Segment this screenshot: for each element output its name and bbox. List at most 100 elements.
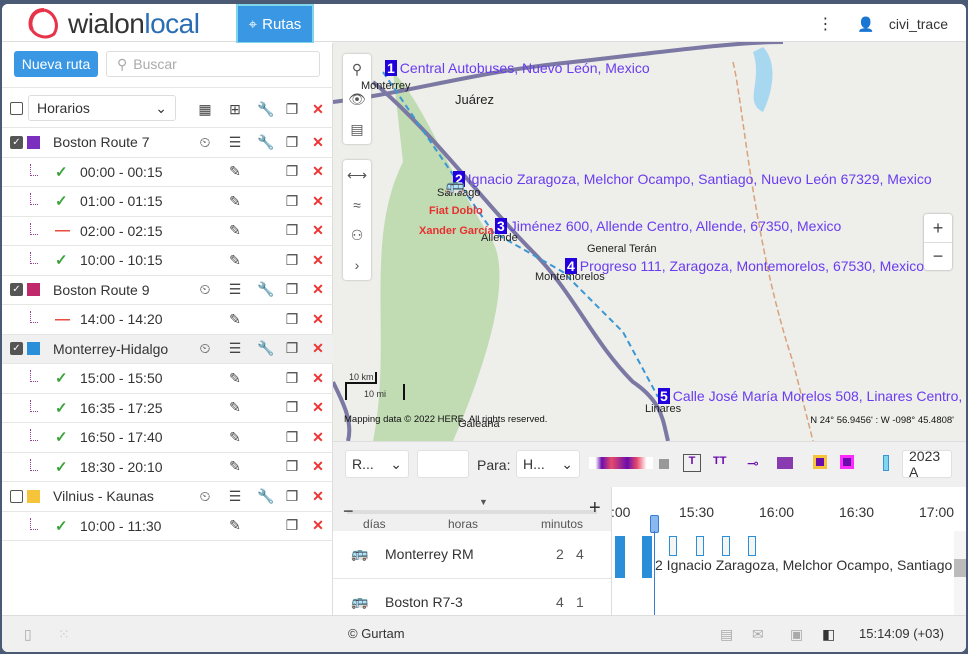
date-input[interactable]: 2023 A [902,450,952,478]
stop-label[interactable]: 5 Calle José María Morelos 508, Linares C… [658,388,966,404]
route-row[interactable]: ✓ Monterrey-Hidalgo ⏲ ☰ 🔧 ❐ ✕ [2,334,333,364]
wrench-icon[interactable]: 🔧 [257,134,274,151]
trip-bar[interactable] [615,536,625,578]
marker-icon[interactable]: ⊸ [747,455,759,472]
delete-icon[interactable]: ✕ [310,429,326,446]
edit-icon[interactable]: ✎ [227,458,243,475]
add-schedule-icon[interactable]: ⏲ [197,134,213,151]
copy-icon[interactable]: ❐ [284,281,300,298]
stop-label[interactable]: 4 Progreso 111, Zaragoza, Montemorelos, 6… [565,258,924,274]
copy-icon[interactable]: ❐ [284,163,300,180]
zoom-out-button[interactable]: − [924,242,952,270]
edit-icon[interactable]: ✎ [227,163,243,180]
delete-icon[interactable]: ✕ [310,517,326,534]
delete-icon[interactable]: ✕ [310,370,326,387]
stop-label[interactable]: 1 Central Autobuses, Nuevo León, Mexico [385,60,650,76]
delete-icon[interactable]: ✕ [310,222,326,239]
route-row[interactable]: Vilnius - Kaunas ⏲ ☰ 🔧 ❐ ✕ [2,482,333,512]
zoom-in-button[interactable]: + [924,214,952,242]
stop-label[interactable]: 2 Ignacio Zaragoza, Melchor Ocampo, Santi… [453,171,932,187]
copy-icon[interactable]: ❐ [284,134,300,151]
magenta-frame-icon[interactable] [840,455,854,469]
copy-icon[interactable]: ❐ [284,458,300,475]
route-name[interactable]: Monterrey-Hidalgo [53,341,168,357]
schedule-row[interactable]: ✓ 10:00 - 10:15 ✎ ❐ ✕ [2,246,333,276]
schedule-row[interactable]: ✓ 18:30 - 20:10 ✎ ❐ ✕ [2,453,333,482]
notes-icon[interactable]: ▤ [720,626,733,643]
schedule-row[interactable]: ✓ 01:00 - 01:15 ✎ ❐ ✕ [2,187,333,217]
list-icon[interactable]: ☰ [227,340,243,357]
search-input[interactable]: ⚲ Buscar [106,51,320,77]
waypoints-icon[interactable]: ⚇ [343,220,371,250]
list-icon[interactable]: ☰ [227,281,243,298]
delete-icon[interactable]: ✕ [310,193,326,210]
route-checkbox[interactable]: ✓ [10,283,23,297]
value-input[interactable] [417,450,469,478]
stop-label[interactable]: 3 Jiménez 600, Allende Centro, Allende, 6… [495,218,841,234]
route-checkbox[interactable]: ✓ [10,135,23,149]
copy-icon[interactable]: ❐ [284,488,300,505]
map[interactable]: ⚲ 👁 ▤ ⟷ ≈ ⚇ › 1 Central Autobuses, Nuevo León,… [333,42,966,441]
edit-icon[interactable]: ✎ [227,399,243,416]
route-name[interactable]: Vilnius - Kaunas [53,488,154,504]
trip-bar[interactable] [642,536,652,578]
rutas-app-button[interactable]: ⌖ Rutas [236,4,314,44]
double-text-icon[interactable]: TT [713,455,726,467]
driver-label[interactable]: Xander García [419,225,494,237]
purple-block-icon[interactable] [777,457,793,469]
route-select[interactable]: R... ⌄ [345,450,409,478]
zoom-in-timeline-icon[interactable]: + [589,497,601,520]
wrench-icon[interactable]: 🔧 [257,488,274,505]
chevron-right-icon[interactable]: › [343,250,371,280]
delete-icon[interactable]: ✕ [310,340,326,357]
calendar-icon[interactable]: ▦ [197,101,213,118]
copy-icon[interactable]: ❐ [284,370,300,387]
list-icon[interactable]: ☰ [227,488,243,505]
image-icon[interactable]: ▣ [790,626,803,643]
logo[interactable]: wialonlocal [26,8,200,40]
delete-icon[interactable]: ✕ [310,101,326,118]
add-schedule-icon[interactable]: ⏲ [197,488,213,505]
route-icon[interactable]: ≈ [343,190,371,220]
wrench-icon[interactable]: 🔧 [257,101,274,118]
edit-icon[interactable]: ✎ [227,311,243,328]
schedule-row[interactable]: ✓ 16:50 - 17:40 ✎ ❐ ✕ [2,423,333,453]
cursor-icon[interactable] [883,455,889,471]
filter-select[interactable]: Horarios ⌄ [28,95,176,121]
delete-icon[interactable]: ✕ [310,458,326,475]
wrench-icon[interactable]: 🔧 [257,340,274,357]
map-layers-icon[interactable]: ▤ [343,114,371,144]
delete-icon[interactable]: ✕ [310,163,326,180]
delete-icon[interactable]: ✕ [310,134,326,151]
copy-icon[interactable]: ❐ [284,101,300,118]
add-schedule-icon[interactable]: ⏲ [197,340,213,357]
zoom-out-timeline-icon[interactable]: − [343,501,354,522]
text-style-icon[interactable]: T [683,454,701,472]
delete-icon[interactable]: ✕ [310,311,326,328]
select-all-checkbox[interactable] [10,102,23,115]
layout-icon[interactable]: ◧ [822,626,835,643]
gray-square-icon[interactable] [659,459,669,469]
add-schedule-icon[interactable]: ⏲ [197,281,213,298]
timeline-scrollbar[interactable] [954,531,966,615]
edit-icon[interactable]: ✎ [227,193,243,210]
grid-icon[interactable]: ⁙ [58,626,70,643]
schedule-row[interactable]: ✓ 10:00 - 11:30 ✎ ❐ ✕ [2,512,333,541]
copy-icon[interactable]: ❐ [284,399,300,416]
copy-icon[interactable]: ❐ [284,340,300,357]
route-name[interactable]: Boston Route 9 [53,282,150,298]
driver-label[interactable]: Fiat Doblo [429,205,483,217]
slider-thumb-icon[interactable]: ▼ [479,497,488,507]
delete-icon[interactable]: ✕ [310,281,326,298]
edit-icon[interactable]: ✎ [227,429,243,446]
route-row[interactable]: ✓ Boston Route 9 ⏲ ☰ 🔧 ❐ ✕ [2,276,333,305]
unit-row[interactable]: 🚌 Monterrey RM 2 4 [333,531,611,579]
para-select[interactable]: H... ⌄ [516,450,580,478]
schedule-row[interactable]: ✓ 00:00 - 00:15 ✎ ❐ ✕ [2,158,333,187]
copy-icon[interactable]: ❐ [284,222,300,239]
edit-icon[interactable]: ✎ [227,517,243,534]
panel-toggle-icon[interactable]: ▯ [24,626,32,643]
wrench-icon[interactable]: 🔧 [257,281,274,298]
table-icon[interactable]: ⊞ [227,101,243,118]
new-route-button[interactable]: Nueva ruta [14,51,98,77]
